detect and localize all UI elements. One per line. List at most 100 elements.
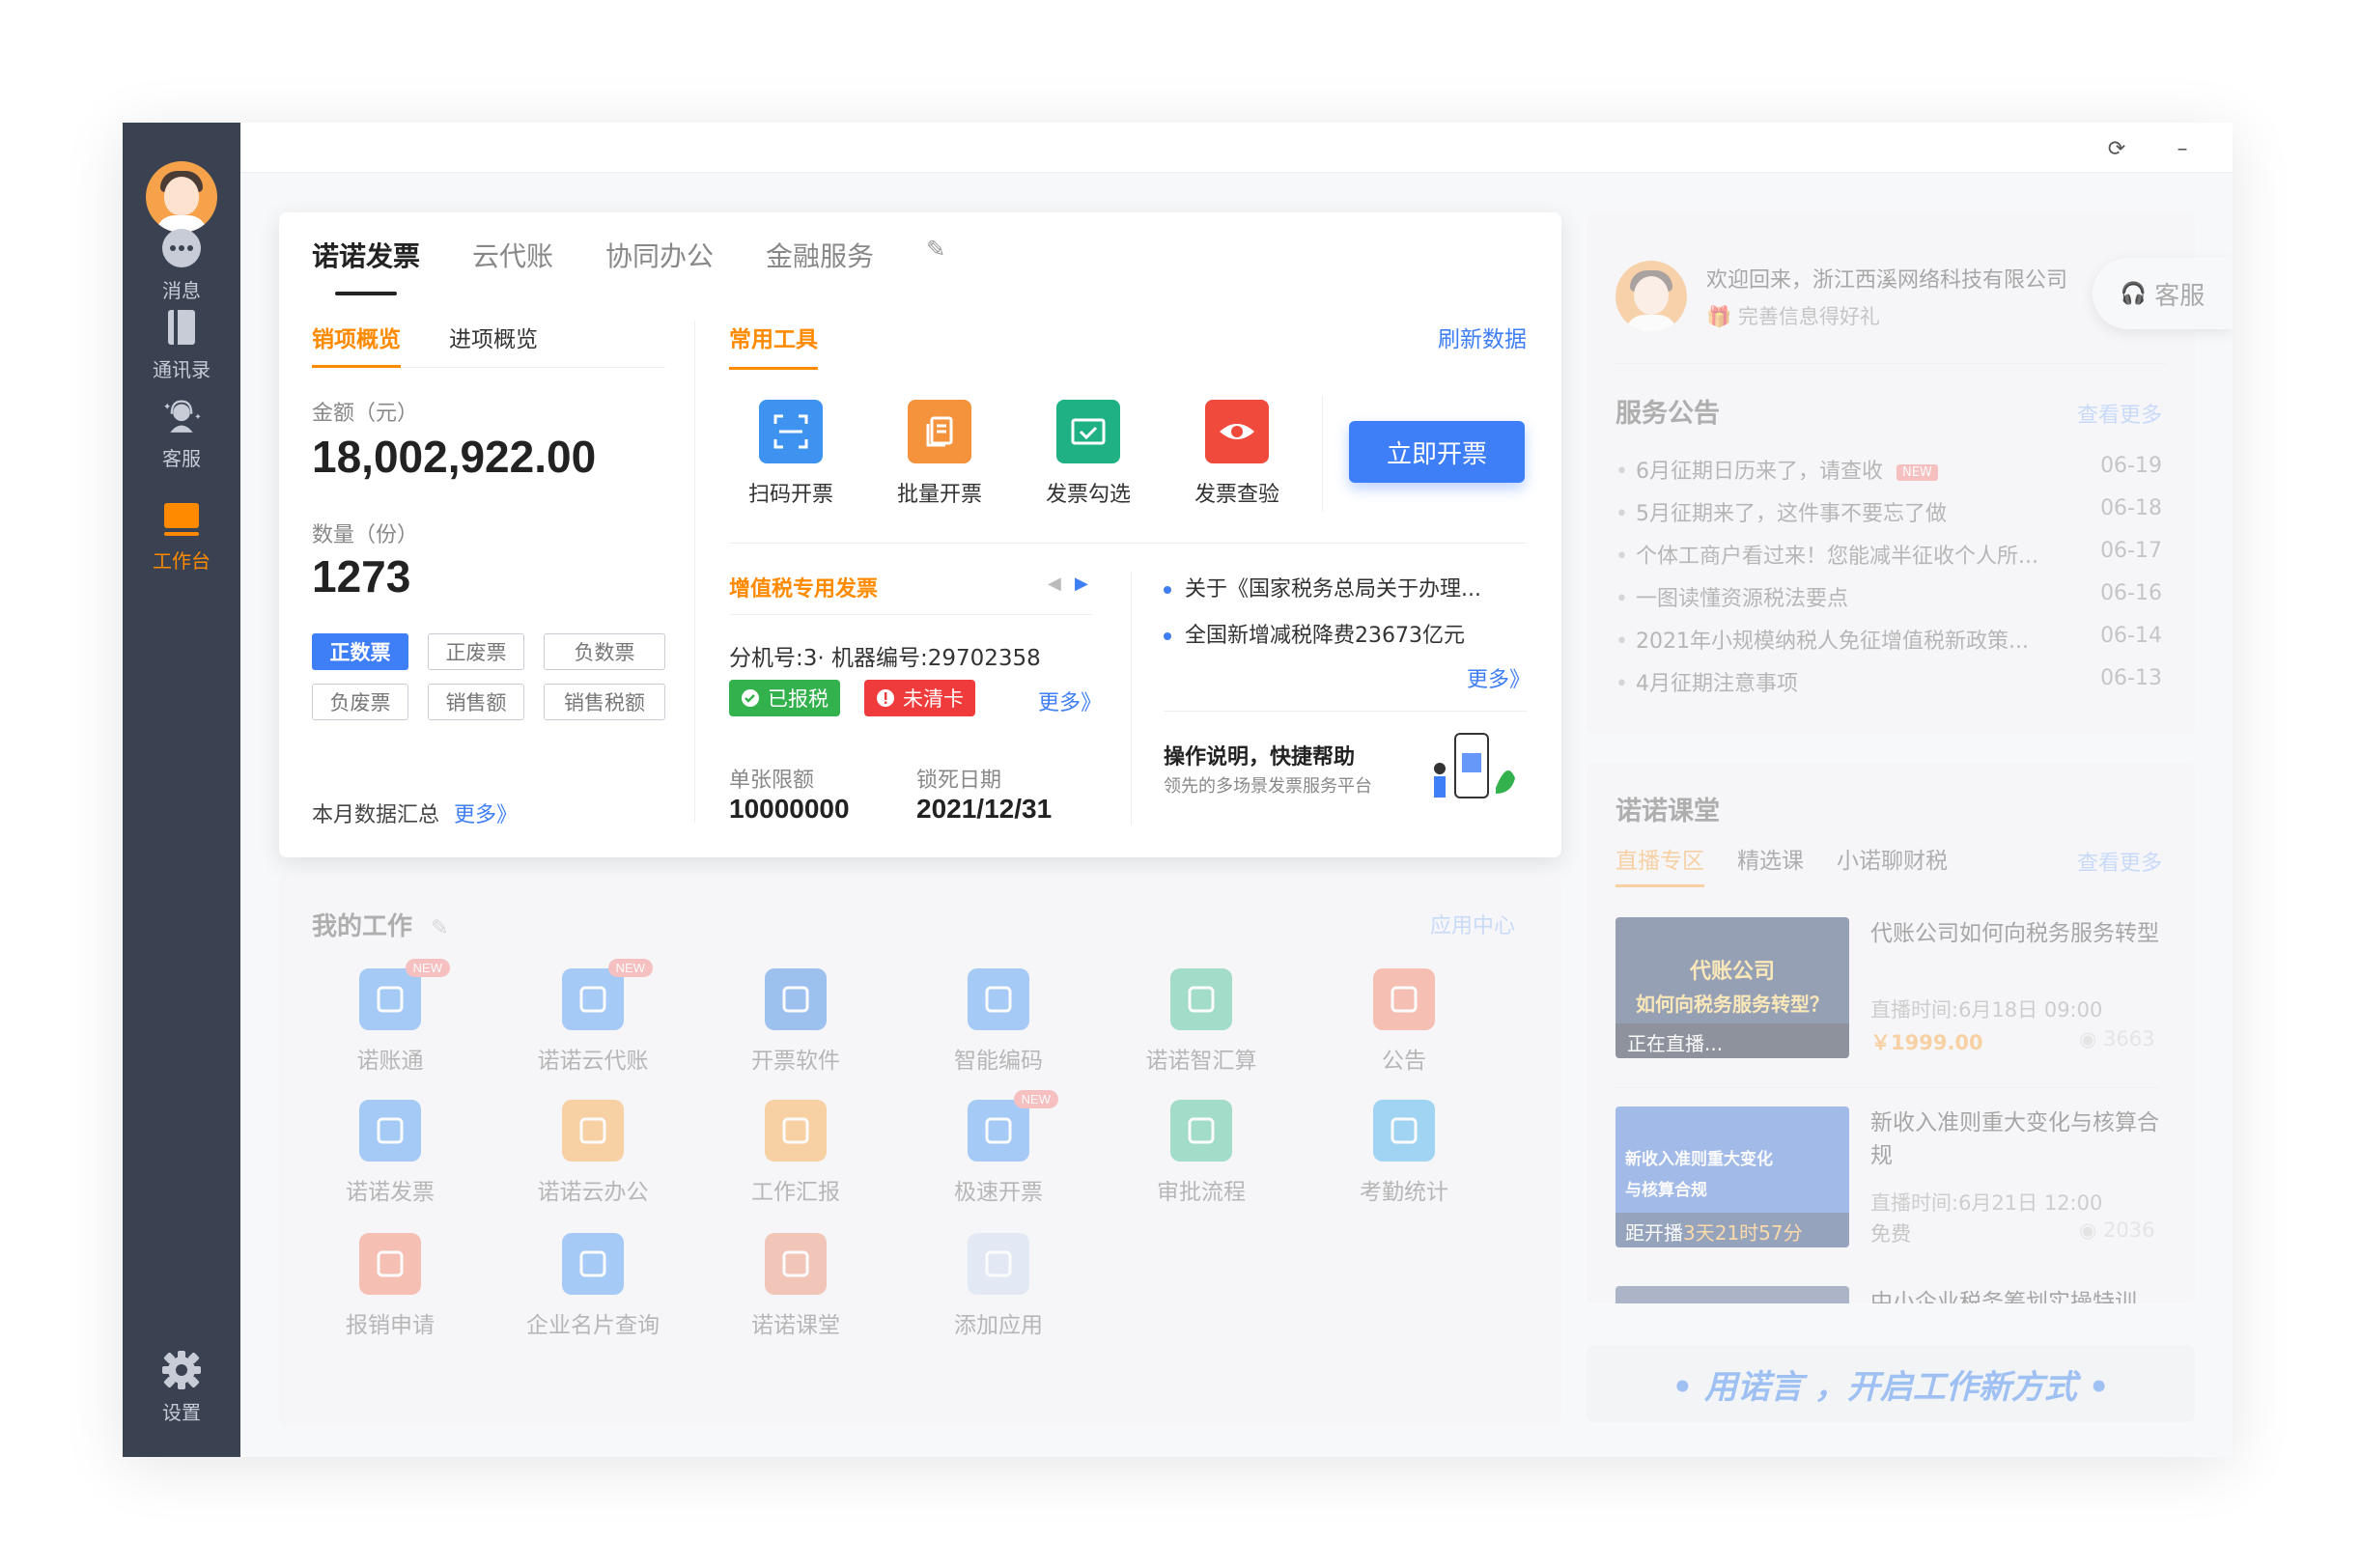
limit-label: 单张限额 (729, 769, 815, 793)
app-item[interactable]: 诺诺课堂 (723, 1233, 868, 1339)
app-item[interactable]: 诺诺云办公 (520, 1100, 665, 1206)
news-item[interactable]: 关于《国家税务总局关于办理... (1164, 572, 1481, 602)
slogan-banner: • 用诺言 ，开启工作新方式 • (1587, 1345, 2195, 1422)
app-item[interactable]: 添加应用 (926, 1233, 1071, 1339)
user-avatar[interactable] (146, 161, 217, 233)
prev-arrow-icon[interactable]: ◀ (1048, 574, 1061, 594)
app-item[interactable]: 企业名片查询 (520, 1233, 665, 1339)
tab-purchase-overview[interactable]: 进项概览 (449, 321, 538, 367)
app-icon (765, 968, 827, 1030)
gift-row[interactable]: 🎁 完善信息得好礼 (1706, 301, 1880, 330)
refresh-data-link[interactable]: 刷新数据 (1438, 321, 1527, 353)
app-icon (359, 1100, 421, 1162)
notices-title: 服务公告 (1615, 399, 1720, 429)
app-label: 开票软件 (751, 1049, 840, 1074)
news-more-link[interactable]: 更多》 (1467, 662, 1531, 693)
batch-icon (908, 400, 971, 463)
app-item[interactable]: NEW 诺账通 (318, 959, 463, 1075)
help-title[interactable]: 操作说明，快捷帮助 (1164, 740, 1355, 770)
tab-live[interactable]: 直播专区 (1615, 842, 1704, 887)
sidebar-item-support[interactable]: ✦ ✦ 客服 (123, 395, 240, 471)
classroom-more-link[interactable]: 查看更多 (2077, 846, 2162, 877)
edit-icon[interactable]: ✎ (431, 916, 448, 940)
app-item[interactable]: 审批流程 (1129, 1100, 1274, 1206)
tag-positive-void[interactable]: 正废票 (428, 633, 524, 670)
notice-item[interactable]: 5月征期来了，这件事不要忘了做 (1615, 496, 1947, 527)
count-value: 1273 (312, 551, 411, 602)
tab-finance[interactable]: 金融服务 (766, 236, 874, 295)
app-label: 诺诺发票 (346, 1180, 435, 1205)
course-card[interactable]: 代账公司 如何向税务服务转型？ 正在直播... 代账公司如何向税务服务转型 直播… (1615, 917, 2160, 1072)
notices-more-link[interactable]: 查看更多 (2077, 398, 2162, 429)
app-item[interactable]: 诺诺智汇算 (1129, 968, 1274, 1075)
edit-tabs-icon[interactable]: ✎ (926, 236, 945, 295)
tab-sales-overview[interactable]: 销项概览 (312, 321, 401, 368)
course-card[interactable]: 中小企业税务筹划实操特训 (1615, 1286, 2160, 1303)
notice-item[interactable]: 一图读懂资源税法要点 (1615, 581, 1848, 612)
headset-icon: 🎧 (2120, 281, 2148, 306)
app-icon (968, 968, 1029, 1030)
notice-date: 06-13 (2100, 666, 2162, 690)
app-item[interactable]: NEW 诺诺云代账 (520, 959, 665, 1075)
notice-item[interactable]: 个体工商户看过来！您能减半征收个人所... (1615, 539, 2038, 570)
tag-negative[interactable]: 负数票 (544, 633, 665, 670)
customer-service-button[interactable]: 🎧 客服 (2093, 258, 2233, 329)
tag-sales[interactable]: 销售额 (428, 684, 524, 720)
app-item[interactable]: 公告 (1332, 968, 1476, 1075)
monthly-summary: 本月数据汇总 更多》 (312, 803, 519, 827)
course-thumbnail: 代账公司 如何向税务服务转型？ 正在直播... (1615, 917, 1849, 1058)
app-item[interactable]: NEW 极速开票 (926, 1090, 1071, 1206)
app-label: 审批流程 (1157, 1180, 1246, 1205)
next-arrow-icon[interactable]: ▶ (1075, 574, 1088, 594)
machine-number: 分机号:3· 机器编号:29702358 (729, 646, 1041, 671)
issue-invoice-button[interactable]: 立即开票 (1349, 421, 1525, 483)
app-item[interactable]: 开票软件 (723, 968, 868, 1075)
new-badge: NEW (1013, 1090, 1058, 1108)
minimize-icon[interactable]: – (2168, 134, 2197, 163)
new-badge: NEW (1896, 463, 1938, 481)
tag-negative-void[interactable]: 负废票 (312, 684, 408, 720)
app-label: 添加应用 (954, 1313, 1043, 1338)
user-avatar-small[interactable] (1615, 261, 1687, 332)
app-item[interactable]: 诺诺发票 (318, 1100, 463, 1206)
app-center-link[interactable]: 应用中心 (1430, 909, 1515, 939)
tab-featured[interactable]: 精选课 (1737, 842, 1804, 887)
app-item[interactable]: 考勤统计 (1332, 1100, 1476, 1206)
tab-collaboration[interactable]: 协同办公 (605, 236, 714, 295)
invoice-more-link[interactable]: 更多》 (1038, 686, 1102, 716)
app-item[interactable]: 工作汇报 (723, 1100, 868, 1206)
sidebar-item-settings[interactable]: 设置 (123, 1349, 240, 1425)
my-work-panel: 我的工作 ✎ 应用中心 NEW 诺账通 NEW 诺诺云代账 开票软件 智能编码 诺诺智汇算 公… (279, 876, 1561, 1426)
sidebar-item-messages[interactable]: 消息 (123, 227, 240, 303)
tab-tax-chat[interactable]: 小诺聊财税 (1837, 842, 1948, 887)
tab-nuonuo-invoice[interactable]: 诺诺发票 (312, 236, 420, 295)
tool-invoice-verify[interactable]: 发票查验 (1179, 400, 1295, 508)
tag-sales-tax[interactable]: 销售税额 (544, 684, 665, 720)
new-badge: NEW (405, 959, 450, 977)
notice-date: 06-18 (2100, 496, 2162, 520)
notice-item[interactable]: 4月征期注意事项 (1615, 666, 1798, 697)
status-reported-badge: 已报税 (729, 680, 840, 716)
tool-invoice-select[interactable]: 发票勾选 (1030, 400, 1146, 508)
help-illustration (1419, 730, 1525, 807)
notice-item[interactable]: 6月征期日历来了，请查收NEW (1615, 454, 1938, 485)
app-label: 诺账通 (356, 1049, 424, 1074)
settings-icon (160, 1349, 203, 1391)
my-work-title: 我的工作 ✎ (312, 912, 449, 941)
course-time: 直播时间:6月21日 12:00 (1870, 1191, 2103, 1215)
tab-cloud-accounting[interactable]: 云代账 (472, 236, 553, 295)
app-item[interactable]: 报销申请 (318, 1233, 463, 1339)
sidebar-item-contacts[interactable]: 通讯录 (123, 306, 240, 382)
notice-item[interactable]: 2021年小规模纳税人免征增值税新政策... (1615, 624, 2029, 655)
gift-icon: 🎁 (1706, 305, 1732, 328)
refresh-icon[interactable]: ⟳ (2102, 134, 2131, 163)
tool-batch-invoice[interactable]: 批量开票 (882, 400, 997, 508)
tag-positive[interactable]: 正数票 (312, 633, 408, 670)
summary-more-link[interactable]: 更多》 (454, 803, 518, 827)
course-card[interactable]: 新收入准则重大变化 与核算合规 距开播3天21时57分 新收入准则重大变化与核算… (1615, 1106, 2160, 1261)
app-item[interactable]: 智能编码 (926, 968, 1071, 1075)
tool-scan-invoice[interactable]: 扫码开票 (733, 400, 849, 508)
app-label: 工作汇报 (751, 1180, 840, 1205)
sidebar-item-workbench[interactable]: 工作台 (123, 497, 240, 574)
news-item[interactable]: 全国新增减税降费23673亿元 (1164, 618, 1465, 649)
